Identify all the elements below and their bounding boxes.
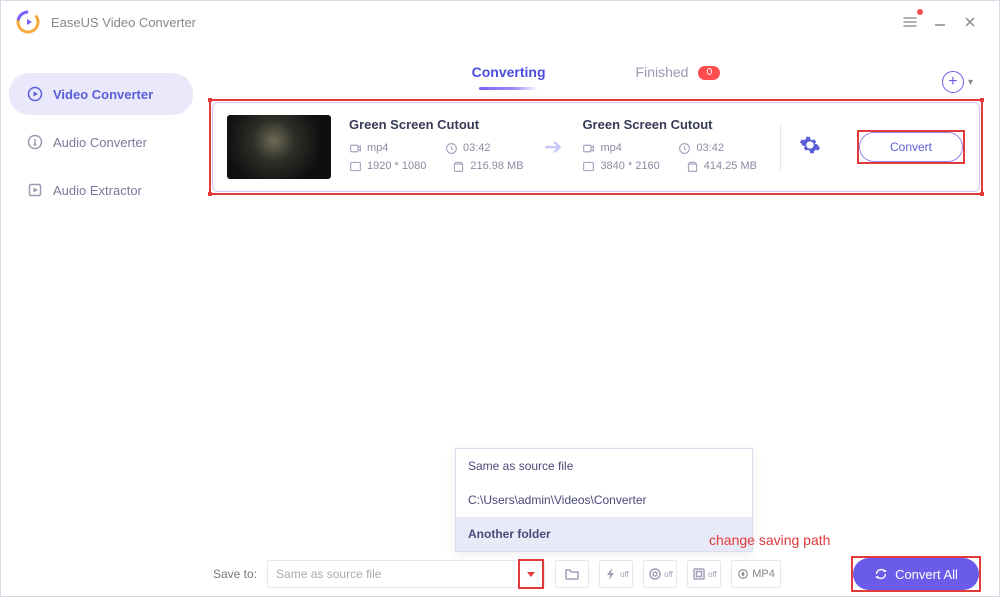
target-file-info: Green Screen Cutout mp4 03:42 3840 * 216… (582, 117, 757, 178)
plus-icon: + (942, 71, 964, 93)
add-file-button[interactable]: + ▾ (942, 71, 973, 93)
app-title: EaseUS Video Converter (51, 15, 196, 30)
convert-all-label: Convert All (895, 567, 958, 582)
arrow-right-icon: ➔ (544, 134, 562, 160)
sidebar-item-audio-converter[interactable]: Audio Converter (9, 121, 193, 163)
settings-gear-icon[interactable] (799, 134, 821, 161)
target-duration: 03:42 (678, 142, 748, 155)
title-bar: EaseUS Video Converter (1, 1, 999, 43)
footer-bar: Save to: Same as source file off off off… (201, 552, 991, 596)
source-title: Green Screen Cutout (349, 117, 524, 132)
sidebar-label: Audio Converter (53, 135, 147, 150)
save-to-label: Save to: (213, 567, 257, 581)
chevron-down-icon: ▾ (968, 77, 973, 88)
dropdown-option-path[interactable]: C:\Users\admin\Videos\Converter (456, 483, 752, 517)
app-logo-icon (15, 9, 41, 35)
source-format: mp4 (349, 142, 419, 155)
menu-button[interactable] (895, 7, 925, 37)
close-button[interactable] (955, 7, 985, 37)
sidebar-item-audio-extractor[interactable]: Audio Extractor (9, 169, 193, 211)
save-path-dropdown-toggle[interactable] (520, 561, 542, 587)
tab-converting[interactable]: Converting (472, 64, 546, 88)
convert-button[interactable]: Convert (859, 132, 963, 162)
merge-toggle[interactable]: off (643, 560, 677, 588)
target-title: Green Screen Cutout (582, 117, 757, 132)
notification-dot-icon (917, 9, 923, 15)
output-format-label: MP4 (752, 568, 775, 580)
target-resolution: 3840 * 2160 (582, 160, 659, 173)
source-duration: 03:42 (445, 142, 515, 155)
sidebar-label: Audio Extractor (53, 183, 142, 198)
save-path-dropdown: Same as source file C:\Users\admin\Video… (455, 448, 753, 552)
save-path-text: Same as source file (268, 567, 518, 581)
source-file-info: Green Screen Cutout mp4 03:42 1920 * 108… (349, 117, 524, 178)
tab-bar: Converting Finished 0 + ▾ (201, 53, 991, 99)
main-panel: Converting Finished 0 + ▾ (201, 43, 999, 596)
tab-finished-label: Finished (636, 64, 689, 80)
audio-converter-icon (27, 134, 43, 150)
source-resolution: 1920 * 1080 (349, 160, 426, 173)
sidebar-label: Video Converter (53, 87, 153, 102)
source-size: 216.98 MB (452, 160, 523, 173)
open-folder-button[interactable] (555, 560, 589, 588)
target-format: mp4 (582, 142, 652, 155)
audio-extractor-icon (27, 182, 43, 198)
dropdown-option-another-folder[interactable]: Another folder (456, 517, 752, 551)
dropdown-arrow-icon (527, 572, 535, 577)
convert-all-icon (874, 567, 888, 581)
sidebar: Video Converter Audio Converter Audio Ex… (1, 43, 201, 596)
conversion-item: Green Screen Cutout mp4 03:42 1920 * 108… (212, 102, 980, 192)
app-window: EaseUS Video Converter Video Converter A… (0, 0, 1000, 597)
target-size: 414.25 MB (686, 160, 757, 173)
finished-count-badge: 0 (698, 66, 720, 80)
tab-finished[interactable]: Finished 0 (636, 64, 721, 88)
high-speed-toggle[interactable]: off (599, 560, 633, 588)
gpu-toggle[interactable]: off (687, 560, 721, 588)
dropdown-option-same-source[interactable]: Same as source file (456, 449, 752, 483)
save-path-field: Same as source file (267, 560, 545, 588)
sidebar-item-video-converter[interactable]: Video Converter (9, 73, 193, 115)
convert-all-button[interactable]: Convert All (853, 558, 979, 590)
video-converter-icon (27, 86, 43, 102)
video-thumbnail[interactable] (227, 115, 331, 179)
minimize-button[interactable] (925, 7, 955, 37)
output-format-selector[interactable]: MP4 (731, 560, 781, 588)
